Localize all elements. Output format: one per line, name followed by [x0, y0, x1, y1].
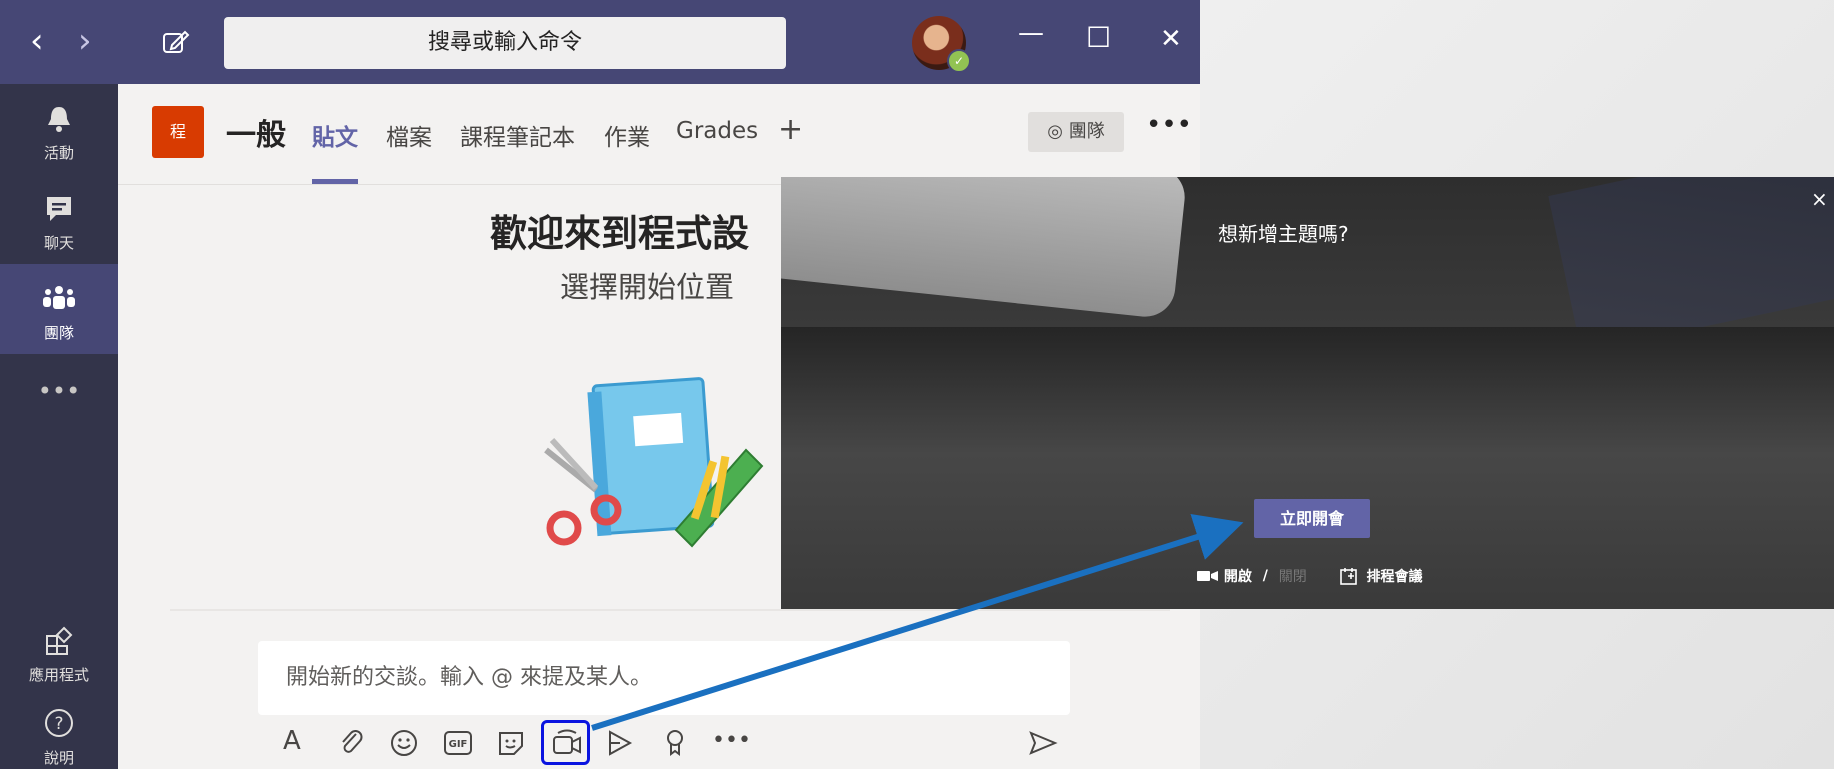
camera-background: [781, 177, 1188, 320]
rail-item-help[interactable]: ? 說明: [0, 687, 118, 769]
bell-icon: [0, 104, 118, 140]
tab-posts[interactable]: 貼文: [312, 118, 358, 152]
channel-name: 一般: [226, 118, 286, 153]
notebook-illustration: [544, 377, 764, 548]
more-options-icon[interactable]: •••: [1146, 110, 1192, 140]
back-icon[interactable]: ‹: [30, 24, 44, 58]
compose-box[interactable]: 開始新的交談。輸入 @ 來提及某人。: [258, 641, 1070, 715]
compose-icon[interactable]: [162, 28, 190, 56]
meeting-topic-prompt[interactable]: 想新增主題嗎?: [1218, 218, 1349, 247]
team-avatar: 程: [152, 106, 204, 158]
meet-now-button[interactable]: 立即開會: [1254, 499, 1370, 538]
schedule-meeting-link[interactable]: 排程會議: [1367, 569, 1423, 585]
close-icon[interactable]: ×: [1811, 187, 1828, 211]
rail-item-chat[interactable]: 聊天: [0, 174, 118, 264]
rail-item-apps[interactable]: 應用程式: [0, 606, 118, 696]
more-icon: •••: [37, 377, 81, 405]
tab-class-notebook[interactable]: 課程筆記本: [460, 118, 575, 152]
teams-icon: [0, 284, 118, 320]
chat-icon: [0, 194, 118, 230]
tab-grades[interactable]: Grades: [676, 118, 758, 144]
more-actions-icon[interactable]: •••: [712, 726, 751, 756]
meeting-options-row: 開啟 / 關閉 排程會議: [1197, 566, 1423, 588]
title-bar: ‹ › 搜尋或輸入命令 ✓ — ☐ ✕: [0, 0, 1200, 84]
praise-icon[interactable]: [664, 728, 686, 758]
format-icon[interactable]: A: [283, 726, 301, 756]
welcome-title: 歡迎來到程式設: [490, 212, 749, 255]
rail-label-chat: 聊天: [43, 234, 74, 252]
forward-icon[interactable]: ›: [78, 24, 92, 58]
stream-icon[interactable]: [606, 728, 634, 758]
app-rail: 活動 聊天 團隊 ••• 應用程式 ? 說明: [0, 84, 118, 769]
rail-label-activity: 活動: [43, 144, 74, 162]
camera-off-toggle[interactable]: 關閉: [1279, 569, 1307, 585]
compose-divider: [170, 609, 1170, 611]
tab-files[interactable]: 檔案: [386, 118, 432, 152]
presence-available-icon: ✓: [947, 49, 971, 73]
rail-item-teams[interactable]: 團隊: [0, 264, 118, 354]
maximize-icon[interactable]: ☐: [1086, 24, 1111, 52]
apps-icon: [0, 626, 118, 662]
tab-assignments[interactable]: 作業: [604, 118, 650, 152]
close-icon[interactable]: ✕: [1160, 26, 1182, 52]
camera-toggle-separator: /: [1262, 568, 1268, 584]
active-tab-indicator: [312, 179, 358, 184]
meet-now-highlight: [541, 720, 590, 765]
calendar-icon: [1339, 568, 1357, 585]
minimize-icon[interactable]: —: [1018, 20, 1044, 46]
rail-label-teams: 團隊: [43, 324, 74, 342]
help-icon: ?: [0, 707, 118, 745]
gif-icon[interactable]: GIF: [443, 729, 473, 757]
rail-label-apps: 應用程式: [28, 666, 89, 684]
channel-header: 程 一般 貼文 檔案 課程筆記本 作業 Grades + ◎ 團隊 •••: [118, 84, 1200, 185]
rail-label-help: 說明: [43, 749, 74, 767]
welcome-subtitle: 選擇開始位置: [560, 270, 735, 304]
team-button[interactable]: ◎ 團隊: [1028, 112, 1124, 152]
send-icon[interactable]: [1028, 729, 1058, 757]
video-camera-icon: [1197, 571, 1218, 581]
meeting-preview-panel: × 想新增主題嗎? 立即開會 開啟 / 關閉 排程會議: [781, 177, 1834, 609]
eye-icon: ◎: [1047, 121, 1063, 142]
add-tab-icon[interactable]: +: [778, 112, 803, 147]
sticker-icon[interactable]: [497, 729, 525, 757]
svg-text:?: ?: [54, 714, 63, 734]
emoji-icon[interactable]: [390, 729, 418, 757]
camera-on-toggle[interactable]: 開啟: [1224, 569, 1252, 585]
svg-text:GIF: GIF: [449, 739, 468, 750]
rail-item-activity[interactable]: 活動: [0, 84, 118, 174]
team-button-label: 團隊: [1068, 121, 1105, 142]
search-input[interactable]: 搜尋或輸入命令: [224, 17, 786, 69]
attach-icon[interactable]: [338, 728, 364, 756]
rail-item-more[interactable]: •••: [0, 354, 118, 444]
